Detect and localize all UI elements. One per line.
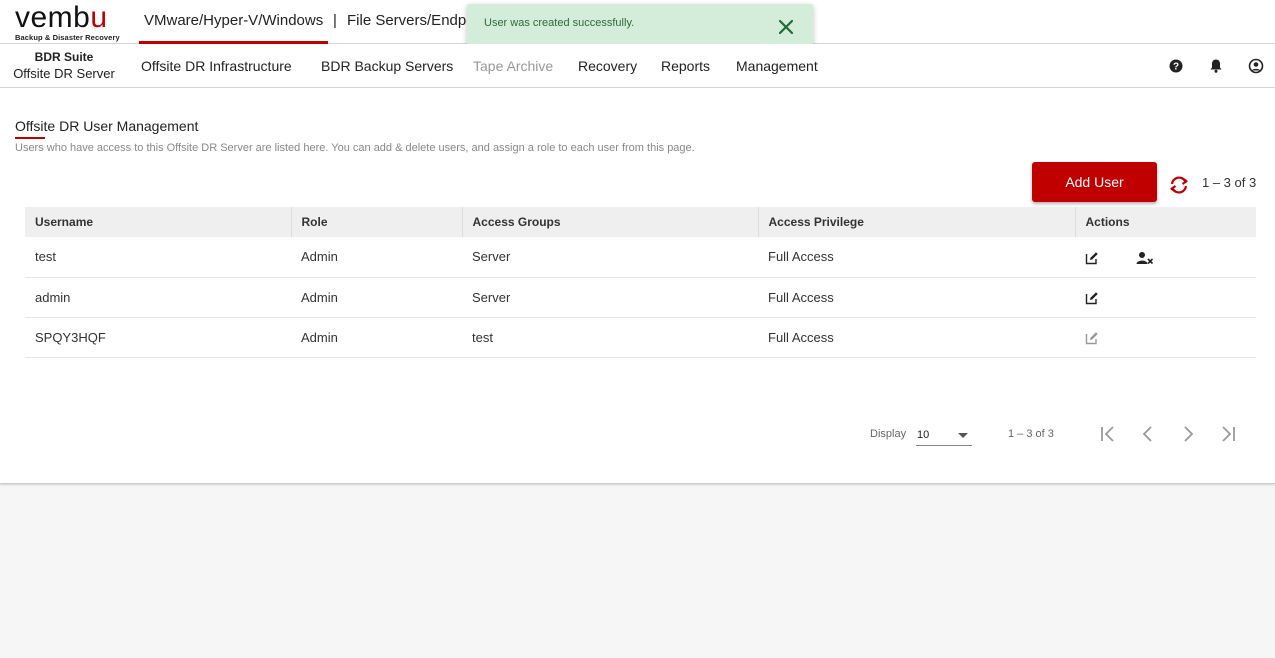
logo-tagline: Backup & Disaster Recovery — [15, 33, 120, 42]
product-label: BDR Suite Offsite DR Server — [0, 50, 128, 81]
cell-access-privilege: Full Access — [758, 317, 1075, 358]
delete-user-icon[interactable] — [1136, 251, 1154, 265]
vembu-logo[interactable]: vembu Backup & Disaster Recovery — [15, 1, 120, 43]
first-page-icon[interactable] — [1098, 424, 1118, 444]
cell-username: SPQY3HQF — [25, 317, 291, 358]
page-size-value: 10 — [917, 429, 930, 441]
tab-file-servers-endpoints[interactable]: File Servers/Endpoints — [347, 0, 467, 44]
table-header-row: Username Role Access Groups Access Privi… — [25, 207, 1256, 237]
cell-role: Admin — [291, 277, 462, 318]
cell-access-privilege: Full Access — [758, 277, 1075, 318]
nav-recovery[interactable]: Recovery — [578, 44, 637, 88]
main-nav: BDR Suite Offsite DR Server Offsite DR I… — [0, 44, 1275, 88]
nav-management[interactable]: Management — [736, 44, 818, 88]
column-header-role[interactable]: Role — [291, 207, 463, 237]
cell-actions — [1075, 277, 1256, 318]
title-underline — [15, 137, 45, 139]
pager-count: 1 – 3 of 3 — [1008, 428, 1054, 440]
prev-page-icon[interactable] — [1138, 424, 1158, 444]
page-size-select[interactable]: 10 — [916, 425, 972, 446]
record-count: 1 – 3 of 3 — [1202, 175, 1257, 190]
column-header-access-privilege[interactable]: Access Privilege — [758, 207, 1076, 237]
display-label: Display — [870, 428, 907, 440]
toast-message: User was created successfully. — [484, 17, 635, 29]
cell-username: admin — [25, 277, 291, 318]
cell-access-privilege: Full Access — [758, 237, 1075, 278]
column-header-actions: Actions — [1075, 207, 1256, 237]
cell-actions — [1075, 237, 1256, 278]
cell-actions — [1075, 317, 1256, 358]
cell-access-groups: test — [462, 317, 758, 358]
table-row: admin Admin Server Full Access — [25, 277, 1256, 318]
close-icon[interactable] — [775, 16, 797, 38]
svg-text:?: ? — [1173, 62, 1179, 73]
nav-bdr-backup-servers[interactable]: BDR Backup Servers — [321, 44, 453, 88]
chevron-down-icon — [958, 433, 968, 438]
users-table: Username Role Access Groups Access Privi… — [25, 207, 1256, 358]
cell-username: test — [25, 237, 291, 278]
logo-accent: u — [90, 1, 108, 34]
user-icon[interactable] — [1248, 58, 1264, 74]
nav-offsite-dr-infrastructure[interactable]: Offsite DR Infrastructure — [141, 44, 292, 88]
edit-icon-disabled — [1085, 332, 1098, 344]
edit-icon[interactable] — [1085, 251, 1099, 265]
tab-separator: | — [333, 12, 337, 29]
column-header-username[interactable]: Username — [25, 207, 292, 237]
logo-wordmark: vemb — [15, 1, 91, 34]
product-suite: BDR Suite — [34, 50, 94, 64]
tab-vmware-hyperv-windows[interactable]: VMware/Hyper-V/Windows — [139, 0, 329, 44]
edit-icon[interactable] — [1085, 291, 1099, 305]
next-page-icon[interactable] — [1178, 424, 1198, 444]
page-title: Offsite DR User Management — [15, 118, 199, 134]
cell-access-groups: Server — [462, 277, 758, 318]
user-management-panel: Offsite DR User Management Users who hav… — [0, 88, 1275, 484]
cell-role: Admin — [291, 237, 462, 278]
last-page-icon[interactable] — [1218, 424, 1238, 444]
cell-access-groups: Server — [462, 237, 758, 278]
table-row: test Admin Server Full Access — [25, 237, 1256, 278]
add-user-button[interactable]: Add User — [1032, 162, 1157, 202]
product-name: Offsite DR Server — [13, 66, 115, 81]
column-header-access-groups[interactable]: Access Groups — [462, 207, 759, 237]
help-icon[interactable]: ? — [1168, 58, 1184, 74]
page-description: Users who have access to this Offsite DR… — [15, 142, 695, 154]
bell-icon[interactable] — [1208, 58, 1224, 74]
nav-tape-archive[interactable]: Tape Archive — [473, 44, 553, 88]
refresh-icon[interactable] — [1168, 174, 1190, 196]
cell-role: Admin — [291, 317, 462, 358]
nav-reports[interactable]: Reports — [661, 44, 710, 88]
table-row: SPQY3HQF Admin test Full Access — [25, 317, 1256, 358]
